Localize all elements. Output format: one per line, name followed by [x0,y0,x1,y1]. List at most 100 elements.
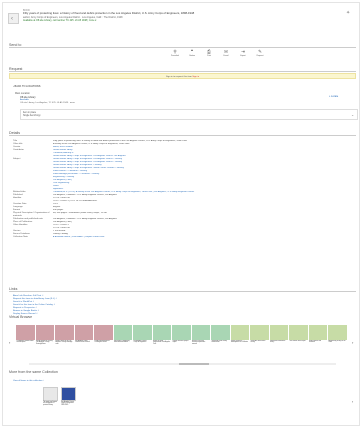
browse-card[interactable]: Debris basins and channels [308,325,327,360]
browse-card[interactable]: Hansen Dam and reservoir operations manu… [191,325,210,360]
browse-card-title: Los Angeles Flood Control District annua… [75,340,90,344]
browse-card-title: Fifty years of protecting lives flood an… [114,340,130,344]
browse-card[interactable]: Sepulveda Dam history construction [211,325,230,360]
tool-label: Permalink [171,55,179,57]
sign-in-link[interactable]: Sign in [192,76,199,78]
collection-item-title: Los Angeles District Corps of Engineers … [61,401,75,407]
detail-value[interactable]: ● Available online | View MARC | Report … [53,236,358,239]
browse-card-title: Water resources development in Californi… [231,340,248,344]
browse-card-title: Flood hazard analyses Los Angeles River [94,340,110,344]
detail-row: Collection Note ● Available online | View… [13,236,358,239]
browse-card[interactable]: Flood hazard analyses Los Angeles River [94,325,113,360]
virtual-browse-scrollbar[interactable] [29,363,336,365]
links-list: Alma Link Resolver: Full Text ↗ Request t… [13,295,358,316]
browse-card-title: Los Angeles Harbor flood control report [16,340,34,344]
book-cover-swatch [74,325,93,340]
book-cover-swatch [289,325,308,340]
scrollbar-thumb[interactable] [179,363,209,365]
browse-card-title: Interim Report on Survey Los Angeles Cou… [36,340,53,346]
send-to-export-button[interactable]: ⇥ Export [237,49,249,57]
more-from-collection: More from the same Collection View all i… [9,370,356,404]
sign-in-notice: Sign in to request this item Sign in [9,73,356,79]
browse-card-title: Debris basins and channels [309,340,322,344]
browse-card[interactable]: Flood Control in the Los Angeles County … [55,325,74,360]
availability-status[interactable]: Available at Off-site Library, call numb… [23,19,323,22]
browse-card-title: Whittier Narrows project report [172,340,189,344]
browse-card-title: Hansen Dam and reservoir operations manu… [192,340,206,346]
tool-label: Citation [188,55,196,57]
book-cover-swatch [250,325,269,340]
browse-card-title: Los Angeles District Corps of Engineers [133,340,147,344]
tool-label: Print [207,55,211,57]
send-to-permalink-button[interactable]: ⚲ Permalink [169,49,181,57]
virtual-browse-row: Los Angeles Harbor flood control report I… [16,325,347,360]
collection-item[interactable]: The water and power of Los Angeles: a pi… [43,387,58,407]
notice-text: Sign in to request this item [165,75,192,78]
book-cover-swatch [113,325,132,340]
section-divider [9,71,356,72]
book-cover-swatch [308,325,327,340]
book-cover-swatch [230,325,249,340]
send-to-request-button[interactable]: ✎ Request [254,49,266,57]
browse-card[interactable]: Engineering history of the West [328,325,347,360]
collection-thumbnails: The water and power of Los Angeles: a pi… [43,387,76,407]
book-cover-swatch [269,325,288,340]
details-list: Title Fifty years of protecting lives: a … [13,140,358,239]
tool-label: Export [240,55,246,57]
browse-card-title: Sepulveda Dam history construction [211,340,228,344]
back-to-locations-link[interactable]: ‹ BACK TO LOCATIONS [13,85,40,88]
locate-button[interactable]: ⌖ Locate [329,95,338,98]
browse-card[interactable]: Los Angeles District Corps of Engineers [133,325,152,360]
tool-label: E-mail [223,55,229,57]
browse-card-title: Santa Ana River basin survey [250,340,266,344]
send-to-citation-button[interactable]: ❝ Citation [186,49,198,57]
section-divider [9,291,356,292]
collection-item[interactable]: Los Angeles District Corps of Engineers … [61,387,76,407]
browse-card-title: Report of water conservation Los Angeles… [153,340,171,346]
book-cover-swatch [133,325,152,340]
book-cover-swatch [35,325,54,340]
chevron-down-icon[interactable]: ⌄ [351,113,354,118]
book-cover-swatch [152,325,171,340]
book-cover-swatch [55,325,74,340]
browse-card[interactable]: Flood plain information study [269,325,288,360]
collection-item-title: The water and power of Los Angeles: a pi… [43,401,58,407]
location-detail: Off-site Library, Los Angeles; TC 425 .L… [20,102,75,104]
browse-card-title: Flood plain information study [270,340,286,344]
browse-card[interactable]: San Gabriel River report [289,325,308,360]
browse-card[interactable]: Water resources development in Californi… [230,325,249,360]
pin-icon[interactable]: ✦ [346,10,350,17]
browse-card[interactable]: Interim Report on Survey Los Angeles Cou… [35,325,54,360]
send-to-print-button[interactable]: ⎙ Print [203,49,215,57]
book-cover-image [61,387,76,401]
browse-card-title: Flood Control in the Los Angeles County … [55,340,73,346]
record-header: BOOK Fifty years of protecting lives: a … [23,9,323,22]
locate-label: Locate [331,95,339,98]
browse-card[interactable]: Santa Ana River basin survey [250,325,269,360]
chevron-right-icon[interactable]: › [352,340,353,345]
back-button[interactable]: ‹ [8,13,19,24]
chevron-right-icon[interactable]: › [352,400,353,405]
browse-card[interactable]: Report of water conservation Los Angeles… [152,325,171,360]
location-label: Main Location [15,92,30,95]
send-to-e-mail-button[interactable]: ✉ E-mail [220,49,232,57]
item-collection-box[interactable]: Item in place Single Item/Copy ⌄ [20,109,358,120]
send-to-toolbar: ⚲ Permalink ❝ Citation ⎙ Print ✉ E-mail ⇥ Export ✎… [169,49,266,57]
section-divider [9,47,356,48]
more-from-heading: More from the same Collection [9,370,58,374]
browse-card[interactable]: Los Angeles Harbor flood control report [16,325,35,360]
browse-card[interactable]: Whittier Narrows project report [172,325,191,360]
book-cover-swatch [328,325,347,340]
browse-card[interactable]: Los Angeles Flood Control District annua… [74,325,93,360]
external-link[interactable]: Display Source Record ↗ [13,313,358,316]
browse-card[interactable]: Fifty years of protecting lives flood an… [113,325,132,360]
book-cover-swatch [191,325,210,340]
book-cover-image [43,387,58,401]
book-cover-swatch [16,325,35,340]
view-collection-link[interactable]: View all items in this collection › [13,380,356,383]
item-copy: Single Item/Copy [23,114,41,117]
book-cover-swatch [211,325,230,340]
book-cover-swatch [172,325,191,340]
chevron-left-icon[interactable]: ‹ [9,340,10,345]
browse-card-title: Engineering history of the West [328,340,346,344]
